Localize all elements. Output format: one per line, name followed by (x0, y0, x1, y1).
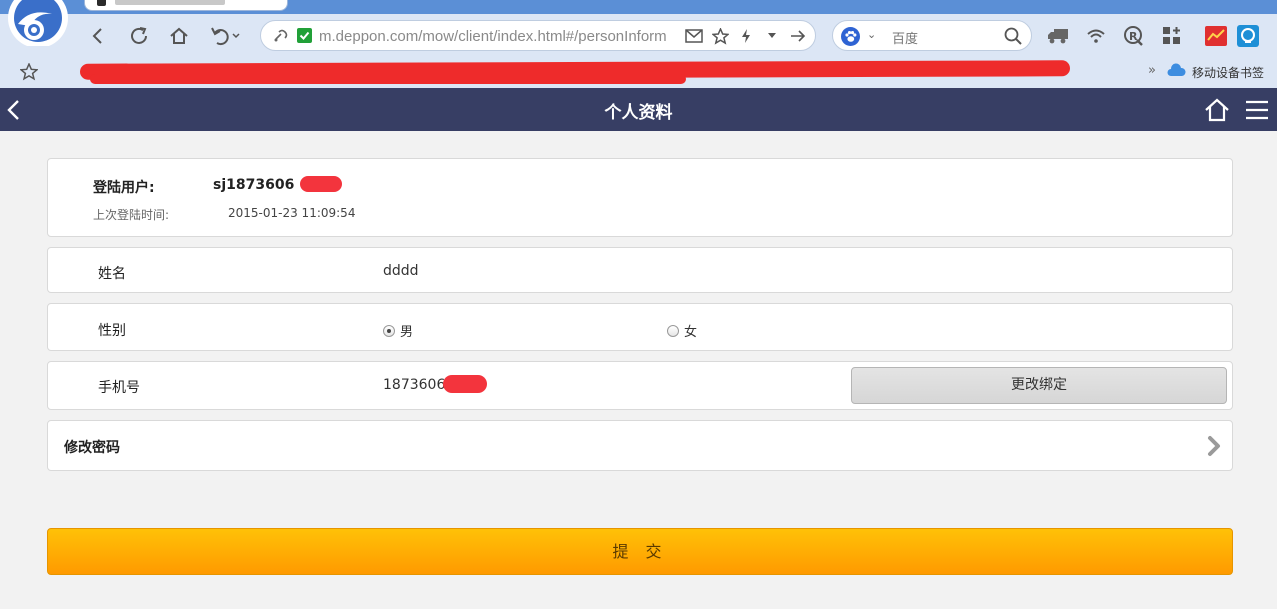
cloud-icon (1167, 63, 1186, 76)
chevron-down-icon (232, 33, 240, 39)
gender-option-male[interactable]: 男 (383, 321, 413, 340)
address-actions (685, 27, 807, 45)
extension-r-icon[interactable]: R (1122, 24, 1146, 48)
reload-icon (131, 27, 147, 44)
redaction-mark (300, 176, 342, 192)
login-user-value: sj1873606 (213, 177, 295, 193)
search-engine-chevron-icon[interactable]: ⌄ (867, 28, 876, 41)
name-value[interactable]: dddd (383, 263, 419, 279)
star-icon[interactable] (711, 27, 729, 45)
mail-icon[interactable] (685, 27, 703, 45)
last-login-value: 2015-01-23 11:09:54 (228, 206, 356, 220)
radio-male[interactable] (383, 324, 395, 337)
submit-button[interactable]: 提 交 (47, 528, 1233, 575)
baidu-paw-icon[interactable] (841, 27, 860, 46)
bookmarks-bar: » 移动设备书签 (0, 58, 1277, 86)
secure-check-icon (297, 28, 312, 43)
change-password-row[interactable]: 修改密码 (47, 420, 1233, 471)
phone-row: 手机号 1873606 更改绑定 (47, 361, 1233, 410)
last-login-label: 上次登陆时间: (93, 208, 170, 222)
phone-label: 手机号 (98, 380, 140, 396)
search-icon[interactable] (1003, 26, 1023, 46)
link-icon (274, 29, 288, 42)
chevron-right-icon (1208, 436, 1220, 456)
gender-female-label: 女 (684, 325, 698, 340)
dropdown-arrow-icon[interactable] (763, 27, 781, 45)
chevron-left-icon (92, 28, 102, 44)
apps-grid-icon[interactable] (1160, 24, 1184, 48)
gender-label: 性别 (98, 323, 126, 339)
gender-row: 性别 男 女 (47, 303, 1233, 351)
back-button[interactable] (84, 22, 112, 50)
home-icon[interactable] (1203, 97, 1231, 123)
toolbar-extensions: R (1046, 22, 1260, 50)
browser-chrome: m.deppon.com/mow/client/index.html#/pers… (0, 0, 1277, 88)
radio-female[interactable] (667, 324, 679, 337)
app-header: 个人资料 (0, 88, 1277, 131)
name-row: 姓名 dddd (47, 247, 1233, 293)
menu-icon[interactable] (1244, 99, 1270, 121)
search-placeholder[interactable]: 百度 (892, 28, 918, 47)
browser-extension-icon[interactable] (1236, 24, 1260, 48)
home-button[interactable] (165, 22, 193, 50)
address-url[interactable]: m.deppon.com/mow/client/index.html#/pers… (319, 28, 683, 46)
search-box[interactable]: ⌄ 百度 (832, 20, 1032, 51)
phone-value: 1873606 (383, 377, 446, 393)
mobile-bookmarks-link[interactable]: 移动设备书签 (1192, 64, 1264, 81)
go-arrow-icon[interactable] (789, 27, 807, 45)
undo-button[interactable] (205, 22, 245, 50)
gender-option-female[interactable]: 女 (667, 321, 697, 340)
truck-icon[interactable] (1046, 24, 1070, 48)
browser-tab[interactable] (84, 0, 288, 11)
change-password-label: 修改密码 (64, 440, 120, 456)
bookmarks-overflow[interactable]: » (1148, 63, 1156, 78)
user-info-card: 登陆用户: sj1873606 上次登陆时间: 2015-01-23 11:09… (47, 158, 1233, 237)
reload-button[interactable] (125, 22, 153, 50)
redaction-mark (90, 74, 686, 84)
tab-title-obscured (115, 0, 225, 5)
undo-icon (211, 27, 229, 46)
bookmark-star-icon[interactable] (20, 63, 38, 81)
change-binding-button[interactable]: 更改绑定 (851, 367, 1227, 404)
tab-favicon-icon (97, 0, 106, 6)
wifi-icon[interactable] (1084, 24, 1108, 48)
stock-chart-icon[interactable] (1204, 24, 1228, 48)
address-bar[interactable]: m.deppon.com/mow/client/index.html#/pers… (260, 20, 816, 51)
page-title: 个人资料 (604, 103, 673, 123)
home-icon (170, 27, 188, 44)
name-label: 姓名 (98, 266, 126, 282)
redaction-mark (443, 375, 487, 393)
browser-logo-icon[interactable] (4, 0, 68, 46)
login-user-label: 登陆用户: (93, 180, 155, 196)
gender-male-label: 男 (400, 325, 414, 340)
lightning-icon[interactable] (737, 27, 755, 45)
